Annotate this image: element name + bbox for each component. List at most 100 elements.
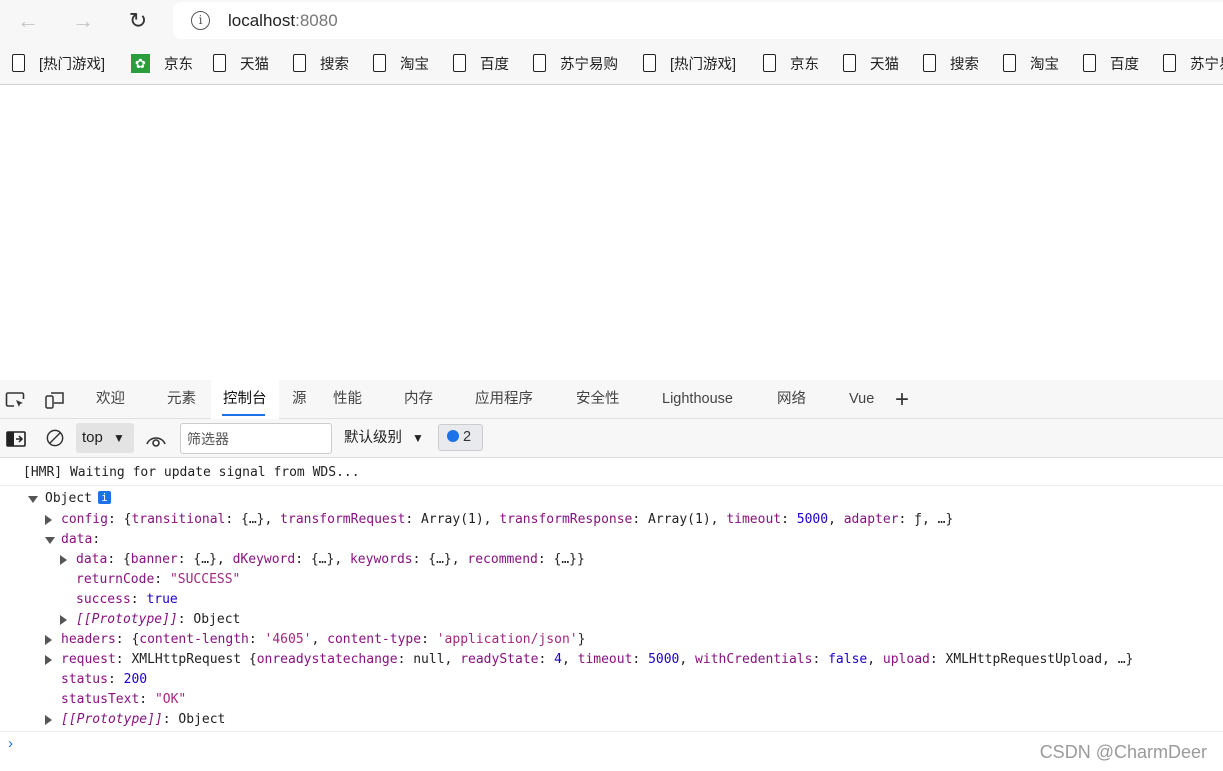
bookmark-item[interactable]: 搜索	[923, 53, 979, 73]
console-token: :	[781, 512, 797, 527]
console-token: returnCode	[76, 572, 155, 587]
expanded-triangle-icon[interactable]	[45, 537, 55, 544]
tab-3[interactable]: 源	[292, 380, 307, 419]
console-line[interactable]: data: {banner: {…}, dKeyword: {…}, keywo…	[76, 550, 585, 570]
console-token: headers	[61, 632, 116, 647]
tab-10[interactable]: Vue	[849, 380, 874, 419]
console-line[interactable]: config: {transitional: {…}, transformReq…	[61, 510, 953, 530]
inspect-element-icon[interactable]	[5, 391, 25, 409]
console-token: ,	[561, 652, 578, 667]
bookmark-item[interactable]: 苏宁易购	[533, 53, 618, 73]
console-line[interactable]: [[Prototype]]: Object	[61, 710, 225, 730]
console-token: ,	[311, 632, 328, 647]
bookmark-label: 淘宝	[1030, 56, 1059, 73]
page-icon	[763, 54, 776, 72]
jd-icon: ✿	[131, 53, 150, 73]
info-icon[interactable]: i	[191, 11, 210, 30]
tab-0[interactable]: 欢迎	[96, 380, 125, 419]
page-icon	[373, 54, 386, 72]
forward-button[interactable]: →	[70, 8, 96, 34]
console-token: : {	[107, 512, 132, 527]
tab-8[interactable]: Lighthouse	[662, 380, 733, 419]
console-token: keywords	[349, 552, 413, 567]
filter-input[interactable]	[180, 423, 332, 454]
bookmark-item[interactable]: 搜索	[293, 53, 349, 73]
bookmark-item[interactable]: 淘宝	[373, 53, 429, 73]
log-level-dropdown[interactable]: 默认级别 ▼	[344, 423, 424, 453]
collapsed-triangle-icon[interactable]	[45, 715, 52, 725]
add-tab-button[interactable]: +	[895, 380, 909, 419]
collapsed-triangle-icon[interactable]	[60, 555, 67, 565]
collapsed-triangle-icon[interactable]	[45, 515, 52, 525]
console-token: status	[61, 672, 108, 687]
page-icon	[843, 54, 856, 72]
console-token: : {…}}	[537, 552, 585, 567]
console-token: :	[130, 592, 147, 607]
bookmark-item[interactable]: 京东	[763, 53, 819, 73]
console-token: :	[538, 652, 555, 667]
tab-5[interactable]: 内存	[404, 380, 433, 419]
console-toolbar: top ▼ 默认级别 ▼ 2	[0, 419, 1223, 458]
collapsed-triangle-icon[interactable]	[45, 635, 52, 645]
collapsed-triangle-icon[interactable]	[45, 655, 52, 665]
console-token: ,	[867, 652, 883, 667]
bookmark-label: 天猫	[240, 56, 269, 73]
address-bar[interactable]: i localhost:8080	[173, 2, 1223, 39]
console-line: success: true	[76, 590, 178, 610]
reload-button[interactable]: ↻	[125, 8, 151, 34]
tab-9[interactable]: 网络	[777, 380, 806, 419]
bookmark-item[interactable]: 百度	[453, 53, 509, 73]
console-token: : {…},	[225, 512, 281, 527]
issues-counter-button[interactable]: 2	[438, 424, 483, 451]
bookmark-item[interactable]: 百度	[1083, 53, 1139, 73]
bookmark-item[interactable]: 天猫	[213, 53, 269, 73]
console-token: 'application/json'	[436, 632, 578, 647]
tab-2[interactable]: 控制台	[211, 380, 279, 419]
console-line[interactable]: headers: {content-length: '4605', conten…	[61, 630, 585, 650]
tab-1[interactable]: 元素	[167, 380, 196, 419]
console-token: : {…},	[412, 552, 468, 567]
expanded-triangle-icon[interactable]	[28, 496, 38, 503]
device-toolbar-icon[interactable]	[45, 391, 65, 409]
bookmark-label: 淘宝	[400, 56, 429, 73]
page-icon	[923, 54, 936, 72]
console-line[interactable]: [[Prototype]]: Object	[76, 610, 240, 630]
clear-console-icon[interactable]	[45, 429, 65, 447]
console-token: data	[61, 532, 93, 547]
bookmark-item[interactable]: [热门游戏]	[12, 53, 105, 73]
console-line[interactable]: data:	[61, 530, 100, 550]
divider	[0, 731, 1223, 732]
back-button[interactable]: ←	[15, 8, 41, 34]
console-token: ,	[828, 512, 844, 527]
bookmark-item[interactable]: 淘宝	[1003, 53, 1059, 73]
bookmark-item[interactable]: ✿ 京东	[131, 53, 193, 73]
console-prompt[interactable]: ›	[8, 735, 13, 752]
bookmark-label: 京东	[164, 56, 193, 73]
console-token: timeout	[726, 512, 782, 527]
console-token: : {	[107, 552, 131, 567]
console-token: [HMR] Waiting for update signal from WDS…	[23, 465, 360, 480]
console-token: "SUCCESS"	[169, 572, 241, 587]
page-icon	[1083, 54, 1096, 72]
tab-4[interactable]: 性能	[333, 380, 362, 419]
context-selector[interactable]: top ▼	[76, 423, 134, 453]
divider	[0, 485, 1223, 486]
tab-7[interactable]: 安全性	[576, 380, 620, 419]
console-token: config	[61, 512, 108, 527]
console-token: 4	[554, 652, 562, 667]
bookmark-item[interactable]: 天猫	[843, 53, 899, 73]
bookmark-label: 百度	[480, 56, 509, 73]
page-icon	[213, 54, 226, 72]
tab-6[interactable]: 应用程序	[475, 380, 533, 419]
sidebar-toggle-icon[interactable]	[6, 430, 26, 448]
bookmark-item[interactable]: [热门游戏]	[643, 53, 736, 73]
info-badge-icon[interactable]: i	[97, 491, 111, 504]
console-token: ,	[679, 652, 696, 667]
collapsed-triangle-icon[interactable]	[60, 615, 67, 625]
live-expression-eye-icon[interactable]	[146, 431, 166, 449]
console-line[interactable]: request: XMLHttpRequest {onreadystatecha…	[61, 650, 1133, 670]
bookmark-item[interactable]: 苏宁易购	[1163, 53, 1223, 73]
console-token: adapter	[843, 512, 899, 527]
console-line[interactable]: Object i	[45, 489, 111, 509]
console-token: :	[632, 652, 649, 667]
